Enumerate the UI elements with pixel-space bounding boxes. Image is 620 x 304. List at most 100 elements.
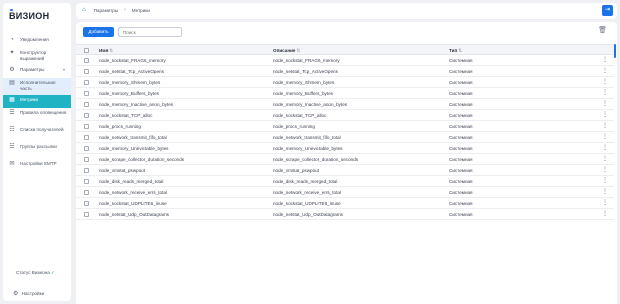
metric-description: node_sockstat_UDPLITE6_inuse (273, 201, 341, 206)
row-checkbox[interactable] (84, 190, 89, 195)
table-row[interactable]: node_network_receive_errs_total node_netw… (76, 187, 614, 198)
metric-description: node_procs_running (273, 124, 315, 129)
table-row[interactable]: node_scrape_collector_duration_seconds no… (76, 154, 614, 165)
sidebar-item[interactable]: ⚙ Параметры ▾ (3, 65, 71, 78)
sidebar-item[interactable]: ✦ Конструктор выражений (3, 48, 71, 65)
more-options-icon[interactable]: ⋮ (602, 178, 608, 184)
sidebar-item-label: Правила оповещения (20, 110, 67, 115)
row-checkbox[interactable] (84, 157, 89, 162)
home-icon[interactable]: ⌂ (82, 7, 86, 13)
logout-button[interactable]: ⇥ (602, 5, 613, 16)
metric-description: node_disk_reads_merged_total (273, 179, 338, 184)
row-checkbox[interactable] (84, 146, 89, 151)
more-options-icon[interactable]: ⋮ (602, 134, 608, 140)
sidebar-item-label: Списки получателей (20, 127, 64, 132)
table-row[interactable]: node_netstat_Udp_OutDatagrams node_netsta… (76, 209, 614, 220)
row-checkbox[interactable] (84, 168, 89, 173)
metric-type: Системная (449, 58, 473, 63)
sidebar-item[interactable]: ☰ Правила оповещения (3, 108, 71, 125)
table-row[interactable]: node_network_transmit_fifo_total node_net… (76, 132, 614, 143)
row-checkbox[interactable] (84, 113, 89, 118)
app-logo[interactable]: ВИЗИОН (9, 9, 49, 21)
mailing-groups-icon: ☱ (9, 144, 15, 150)
metric-name: node_network_receive_errs_total (99, 190, 167, 195)
row-checkbox[interactable] (84, 69, 89, 74)
chevron-down-icon[interactable]: ▾ (63, 67, 65, 72)
settings-link[interactable]: ⚙ Настройки (13, 290, 44, 297)
metric-name: node_sockstat_FRAG6_memory (99, 58, 166, 63)
more-options-icon[interactable]: ⋮ (602, 79, 608, 85)
sidebar-item-label: Конструктор выражений (20, 50, 47, 61)
search-input[interactable] (118, 27, 182, 37)
table-row[interactable]: node_memory_Shmem_bytes node_memory_Shmem… (76, 77, 614, 88)
more-options-icon[interactable]: ⋮ (602, 145, 608, 151)
status-indicator[interactable]: Статус Визиона ✓ (16, 270, 55, 276)
sidebar-item[interactable]: ✉ Настройки SMTP (3, 159, 71, 172)
table-row[interactable]: node_memory_Unevictable_bytes node_memory… (76, 143, 614, 154)
table-row[interactable]: node_sockstat_TCP_alloc node_sockstat_TCP… (76, 110, 614, 121)
table-row[interactable]: node_memory_Buffers_bytes node_memory_Buf… (76, 88, 614, 99)
column-header-type[interactable]: Тип⇅ (449, 48, 462, 54)
sidebar-item[interactable]: ☷ Списки получателей (3, 125, 71, 142)
row-checkbox[interactable] (84, 80, 89, 85)
row-checkbox[interactable] (84, 124, 89, 129)
table-row[interactable]: node_sockstat_UDPLITE6_inuse node_socksta… (76, 198, 614, 209)
row-checkbox[interactable] (84, 58, 89, 63)
table-row[interactable]: node_memory_Inactive_anon_bytes node_memo… (76, 99, 614, 110)
table-row[interactable]: node_disk_reads_merged_total node_disk_re… (76, 176, 614, 187)
metric-description: node_memory_Buffers_bytes (273, 91, 333, 96)
trash-icon[interactable]: 🗑 (598, 26, 607, 34)
column-header-name[interactable]: Имя⇅ (99, 48, 113, 54)
more-options-icon[interactable]: ⋮ (602, 200, 608, 206)
scrollbar-thumb[interactable] (614, 44, 616, 58)
select-all-checkbox[interactable] (84, 48, 89, 53)
more-options-icon[interactable]: ⋮ (602, 90, 608, 96)
smtp-settings-icon: ✉ (9, 161, 15, 167)
metric-name: node_memory_Unevictable_bytes (99, 146, 169, 151)
sort-icon: ⇅ (109, 48, 114, 53)
table-row[interactable]: node_sockstat_FRAG6_memory node_sockstat_… (76, 55, 614, 66)
row-checkbox[interactable] (84, 91, 89, 96)
more-options-icon[interactable]: ⋮ (602, 68, 608, 74)
row-checkbox[interactable] (84, 135, 89, 140)
row-checkbox[interactable] (84, 201, 89, 206)
more-options-icon[interactable]: ⋮ (602, 189, 608, 195)
settings-label: Настройки (21, 291, 45, 296)
metrics-icon: ▦ (9, 97, 15, 103)
metric-name: node_procs_running (99, 124, 141, 129)
sidebar-item-label: Исполнительная часть (20, 80, 56, 91)
add-button[interactable]: Добавить (83, 27, 114, 37)
table-row[interactable]: node_procs_running node_procs_running Сист… (76, 121, 614, 132)
metric-name: node_sockstat_UDPLITE6_inuse (99, 201, 167, 206)
status-label: Статус Визиона (16, 270, 50, 275)
metric-type: Системная (449, 168, 473, 173)
more-options-icon[interactable]: ⋮ (602, 112, 608, 118)
metric-description: node_vmstat_pswpout (273, 168, 319, 173)
sidebar-item-label: Уведомления (20, 37, 49, 42)
metric-description: node_network_receive_errs_total (273, 190, 341, 195)
sidebar-item[interactable]: ▤ Исполнительная часть (3, 78, 71, 95)
metric-type: Системная (449, 212, 473, 217)
sidebar-item[interactable]: ▦ Метрики (3, 95, 71, 108)
more-options-icon[interactable]: ⋮ (602, 57, 608, 63)
table-row[interactable]: node_netstat_Tcp_ActiveOpens node_netstat… (76, 66, 614, 77)
more-options-icon[interactable]: ⋮ (602, 101, 608, 107)
sidebar-item[interactable]: ☱ Группы рассылки (3, 142, 71, 159)
more-options-icon[interactable]: ⋮ (602, 211, 608, 217)
more-options-icon[interactable]: ⋮ (602, 123, 608, 129)
table-header: Имя⇅ Описание⇅ Тип⇅ (76, 44, 614, 55)
row-checkbox[interactable] (84, 212, 89, 217)
metrics-panel: Добавить 🗑 Имя⇅ Описание⇅ Тип⇅ node_sock… (76, 22, 617, 304)
chevron-right-icon: › (124, 7, 126, 13)
table-row[interactable]: node_vmstat_pswpout node_vmstat_pswpout Си… (76, 165, 614, 176)
metric-name: node_disk_reads_merged_total (99, 179, 164, 184)
row-checkbox[interactable] (84, 102, 89, 107)
breadcrumb-item-parameters[interactable]: Параметры (94, 8, 119, 13)
more-options-icon[interactable]: ⋮ (602, 156, 608, 162)
sidebar-item[interactable]: ◔ Уведомления (3, 35, 71, 48)
metric-name: node_vmstat_pswpout (99, 168, 145, 173)
row-checkbox[interactable] (84, 179, 89, 184)
metric-description: node_sockstat_FRAG6_memory (273, 58, 340, 63)
more-options-icon[interactable]: ⋮ (602, 167, 608, 173)
column-header-description[interactable]: Описание⇅ (273, 48, 300, 54)
